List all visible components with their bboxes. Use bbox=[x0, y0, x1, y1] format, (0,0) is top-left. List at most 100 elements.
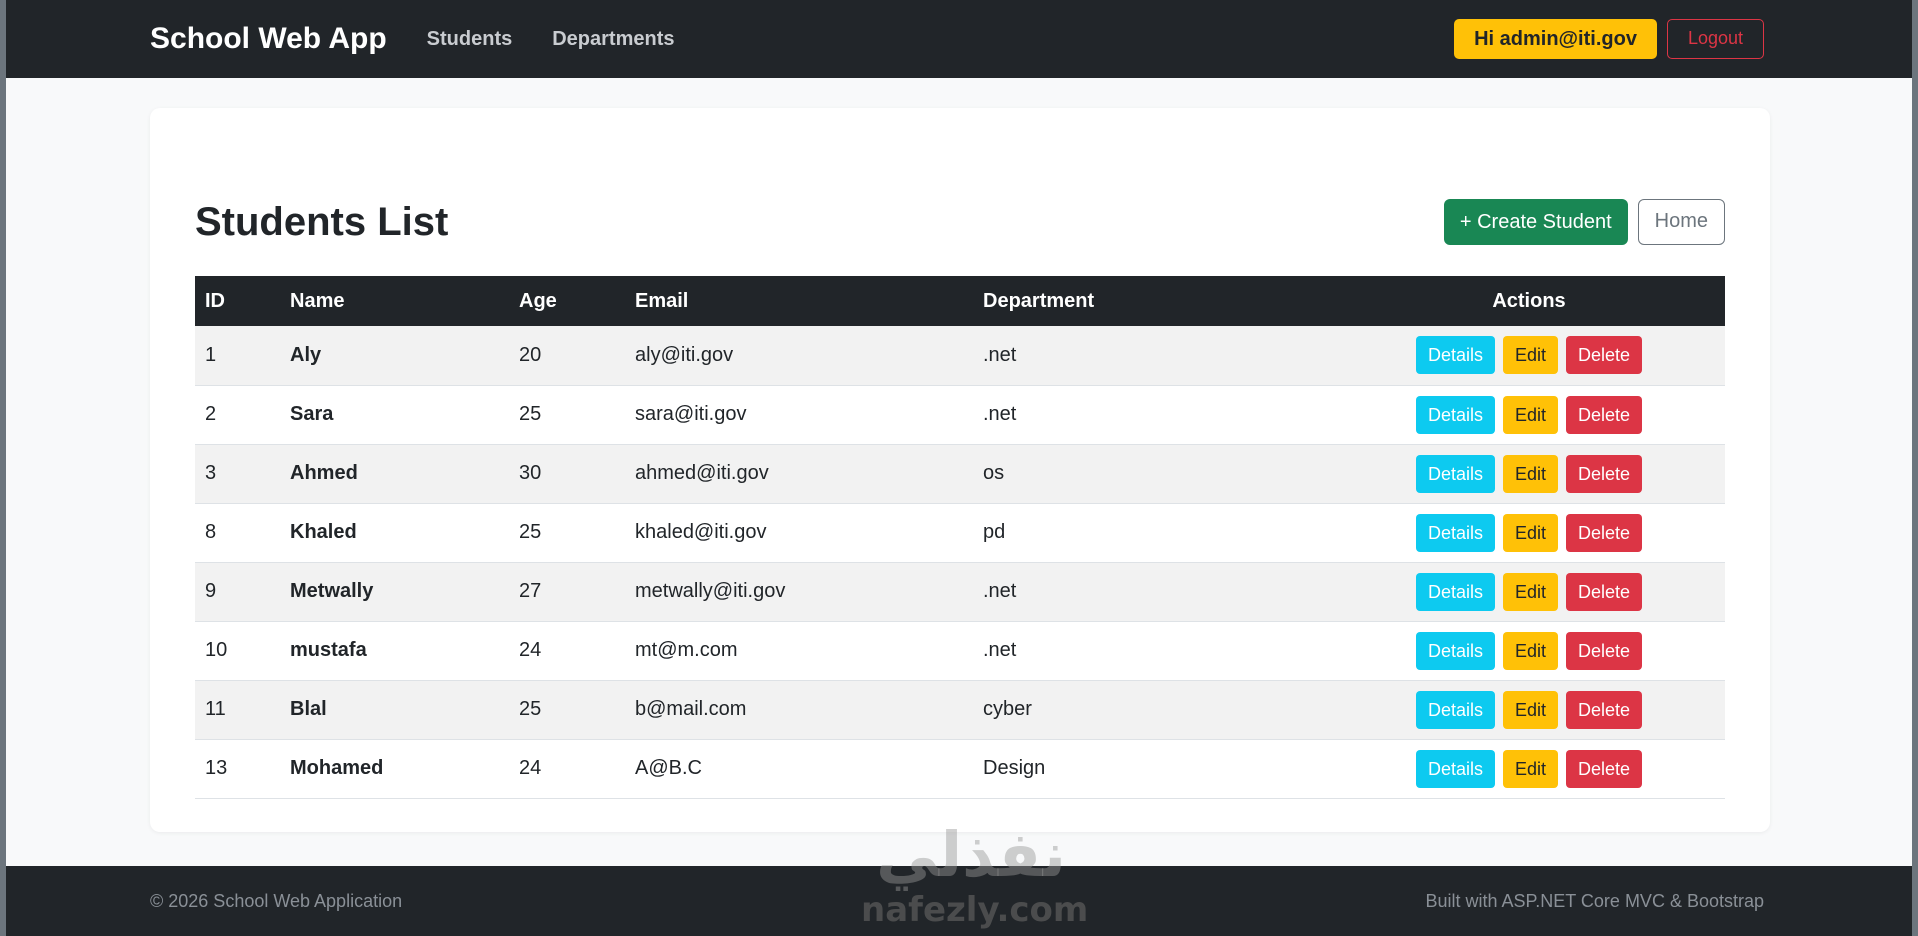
user-greeting-badge[interactable]: Hi admin@iti.gov bbox=[1454, 19, 1657, 59]
cell-id: 2 bbox=[205, 403, 217, 425]
create-student-button[interactable]: + Create Student bbox=[1443, 199, 1628, 245]
cell-name: Aly bbox=[290, 343, 322, 366]
table-header: ID Name Age Email Department Actions bbox=[195, 276, 1725, 326]
cell-age: 25 bbox=[519, 521, 542, 543]
column-header-id: ID bbox=[205, 289, 225, 312]
details-button[interactable]: Details bbox=[1415, 513, 1495, 552]
column-header-department: Department bbox=[983, 289, 1095, 312]
cell-department: .net bbox=[983, 580, 1017, 602]
edit-button[interactable]: Edit bbox=[1502, 749, 1559, 788]
column-header-email: Email bbox=[635, 289, 689, 312]
cell-actions: Details Edit Delete bbox=[1333, 739, 1725, 798]
delete-button[interactable]: Delete bbox=[1566, 454, 1643, 493]
details-button[interactable]: Details bbox=[1415, 454, 1495, 493]
cell-actions: Details Edit Delete bbox=[1333, 503, 1725, 562]
cell-age: 24 bbox=[519, 757, 542, 779]
delete-button[interactable]: Delete bbox=[1566, 572, 1643, 611]
cell-actions: Details Edit Delete bbox=[1333, 385, 1725, 444]
cell-email: A@B.C bbox=[635, 757, 702, 779]
edit-button[interactable]: Edit bbox=[1502, 572, 1559, 611]
details-button[interactable]: Details bbox=[1415, 395, 1495, 434]
cell-id: 1 bbox=[205, 343, 217, 366]
footer-copyright: © 2026 School Web Application bbox=[150, 890, 403, 911]
cell-name: mustafa bbox=[290, 639, 367, 661]
cell-email: b@mail.com bbox=[635, 698, 747, 720]
delete-button[interactable]: Delete bbox=[1566, 395, 1643, 434]
cell-department: cyber bbox=[983, 698, 1032, 720]
cell-id: 13 bbox=[205, 757, 228, 779]
table-body: 1 Aly 20 aly@iti.gov .net Details Edit Delete 2 S… bbox=[195, 326, 1725, 798]
page-title: Students List bbox=[195, 199, 449, 244]
card-header: Students List + Create Student Home bbox=[195, 198, 1725, 246]
cell-age: 27 bbox=[519, 580, 542, 602]
cell-age: 24 bbox=[519, 639, 542, 661]
cell-id: 9 bbox=[205, 580, 217, 602]
footer-built-with: Built with ASP.NET Core MVC & Bootstrap bbox=[1425, 890, 1764, 911]
cell-name: Blal bbox=[290, 698, 327, 720]
delete-button[interactable]: Delete bbox=[1566, 690, 1643, 729]
cell-id: 8 bbox=[205, 521, 217, 543]
delete-button[interactable]: Delete bbox=[1566, 749, 1643, 788]
cell-email: ahmed@iti.gov bbox=[635, 462, 769, 484]
cell-id: 10 bbox=[205, 639, 228, 661]
column-header-actions: Actions bbox=[1492, 289, 1566, 312]
cell-email: sara@iti.gov bbox=[635, 403, 747, 425]
cell-id: 3 bbox=[205, 462, 217, 484]
edit-button[interactable]: Edit bbox=[1502, 336, 1559, 375]
table-row: 11 Blal 25 b@mail.com cyber Details Edit Delete bbox=[195, 680, 1725, 739]
edit-button[interactable]: Edit bbox=[1502, 395, 1559, 434]
cell-actions: Details Edit Delete bbox=[1333, 444, 1725, 503]
column-header-name: Name bbox=[290, 289, 345, 312]
cell-email: khaled@iti.gov bbox=[635, 521, 767, 543]
cell-department: .net bbox=[983, 343, 1017, 366]
cell-actions: Details Edit Delete bbox=[1333, 621, 1725, 680]
details-button[interactable]: Details bbox=[1415, 572, 1495, 611]
cell-email: metwally@iti.gov bbox=[635, 580, 786, 602]
cell-department: .net bbox=[983, 639, 1017, 661]
home-button[interactable]: Home bbox=[1637, 199, 1725, 245]
edit-button[interactable]: Edit bbox=[1502, 631, 1559, 670]
students-table: ID Name Age Email Department Actions 1 Al… bbox=[195, 276, 1725, 799]
edit-button[interactable]: Edit bbox=[1502, 454, 1559, 493]
cell-email: mt@m.com bbox=[635, 639, 738, 661]
cell-department: os bbox=[983, 462, 1005, 484]
cell-department: Design bbox=[983, 757, 1046, 779]
cell-name: Metwally bbox=[290, 580, 374, 602]
cell-age: 30 bbox=[519, 462, 542, 484]
cell-department: pd bbox=[983, 521, 1006, 543]
cell-name: Khaled bbox=[290, 521, 357, 543]
cell-id: 11 bbox=[205, 698, 226, 720]
watermark-logo: نفذلي nafezly.com bbox=[861, 818, 1089, 931]
delete-button[interactable]: Delete bbox=[1566, 631, 1643, 670]
table-row: 8 Khaled 25 khaled@iti.gov pd Details Edit Dele… bbox=[195, 503, 1725, 562]
details-button[interactable]: Details bbox=[1415, 336, 1495, 375]
delete-button[interactable]: Delete bbox=[1566, 336, 1643, 375]
table-row: 10 mustafa 24 mt@m.com .net Details Edit Delete bbox=[195, 621, 1725, 680]
cell-name: Ahmed bbox=[290, 462, 358, 484]
cell-age: 20 bbox=[519, 343, 542, 366]
students-card: Students List + Create Student Home ID N… bbox=[150, 108, 1770, 832]
watermark-arabic-text: نفذلي bbox=[876, 818, 1066, 891]
edit-button[interactable]: Edit bbox=[1502, 513, 1559, 552]
watermark-latin-text: nafezly.com bbox=[861, 890, 1089, 930]
delete-button[interactable]: Delete bbox=[1566, 513, 1643, 552]
details-button[interactable]: Details bbox=[1415, 690, 1495, 729]
cell-age: 25 bbox=[519, 403, 542, 425]
cell-department: .net bbox=[983, 403, 1017, 425]
nav-link-departments[interactable]: Departments bbox=[552, 28, 674, 51]
cell-name: Mohamed bbox=[290, 757, 384, 779]
cell-email: aly@iti.gov bbox=[635, 343, 734, 366]
logout-button[interactable]: Logout bbox=[1666, 19, 1764, 59]
cell-actions: Details Edit Delete bbox=[1333, 680, 1725, 739]
column-header-age: Age bbox=[519, 289, 557, 312]
details-button[interactable]: Details bbox=[1415, 631, 1495, 670]
cell-name: Sara bbox=[290, 403, 334, 425]
details-button[interactable]: Details bbox=[1415, 749, 1495, 788]
table-row: 13 Mohamed 24 A@B.C Design Details Edit Delete bbox=[195, 739, 1725, 798]
edit-button[interactable]: Edit bbox=[1502, 690, 1559, 729]
brand-link[interactable]: School Web App bbox=[150, 22, 387, 56]
nav-link-students[interactable]: Students bbox=[427, 28, 513, 51]
cell-age: 25 bbox=[519, 698, 542, 720]
table-row: 2 Sara 25 sara@iti.gov .net Details Edit Delete bbox=[195, 385, 1725, 444]
table-row: 9 Metwally 27 metwally@iti.gov .net Details Ed… bbox=[195, 562, 1725, 621]
